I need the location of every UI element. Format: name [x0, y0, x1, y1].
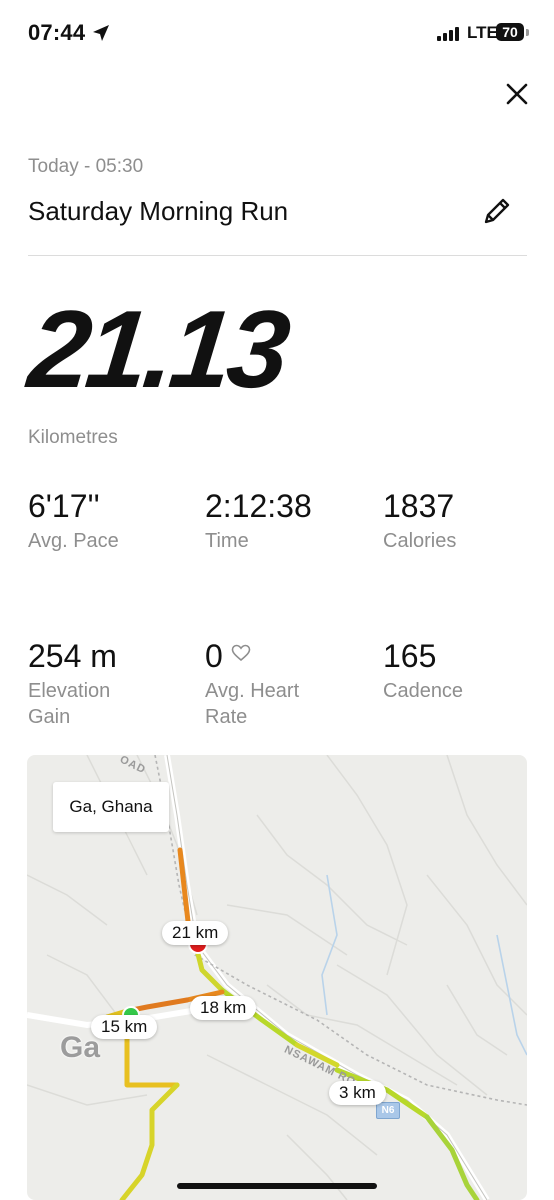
location-tag: Ga, Ghana	[53, 782, 169, 832]
stat-time: 2:12:38 Time	[205, 490, 312, 554]
status-time: 07:44	[28, 20, 86, 45]
km-marker: 15 km	[91, 1015, 158, 1039]
battery-icon: 70	[496, 23, 530, 43]
stat-label: Avg. Heart Rate	[205, 680, 300, 728]
stat-value: 1837	[383, 488, 455, 524]
heart-icon	[231, 644, 251, 662]
route-map[interactable]: OAD NSAWAM RO N6 Ga Ga, Ghana 21 km 18 k…	[27, 755, 527, 1200]
stat-label: Cadence	[383, 680, 464, 702]
activity-date: Today - 05:30	[28, 156, 144, 177]
network-type: LTE	[467, 23, 498, 42]
close-icon	[506, 83, 528, 105]
km-marker: 21 km	[162, 921, 229, 945]
stat-label: Avg. Pace	[28, 530, 119, 552]
stat-value: 165	[383, 638, 437, 674]
battery-level: 70	[496, 23, 524, 41]
stat-value: 254 m	[28, 638, 117, 674]
stat-avg-pace: 6'17'' Avg. Pace	[28, 490, 119, 554]
route-badge: N6	[376, 1102, 400, 1119]
stat-cadence: 165 Cadence	[383, 640, 463, 704]
stat-value: 0	[205, 638, 223, 674]
stat-calories: 1837 Calories	[383, 490, 456, 554]
distance-value: 21.13	[23, 288, 292, 411]
location-arrow-icon	[93, 25, 109, 41]
header-divider	[28, 255, 527, 256]
cellular-signal-icon	[437, 27, 459, 41]
distance-unit: Kilometres	[28, 427, 118, 448]
km-marker: 18 km	[190, 996, 257, 1020]
stat-label: Elevation Gain	[28, 680, 111, 728]
stat-avg-heart-rate: 0 Avg. Heart Rate	[205, 640, 355, 730]
stat-value: 2:12:38	[205, 488, 312, 524]
activity-title: Saturday Morning Run	[28, 196, 289, 226]
edit-title-button[interactable]	[480, 194, 514, 228]
home-indicator[interactable]	[177, 1183, 377, 1189]
km-marker: 3 km	[329, 1081, 386, 1105]
stat-label: Calories	[383, 530, 457, 552]
stat-value: 6'17''	[28, 488, 100, 524]
pencil-icon	[484, 198, 510, 224]
stat-value-row: 0	[205, 640, 355, 672]
close-button[interactable]	[500, 77, 534, 111]
place-label: Ga	[60, 1031, 101, 1064]
stat-label: Time	[205, 530, 249, 552]
stat-elevation-gain: 254 m Elevation Gain	[28, 640, 178, 730]
